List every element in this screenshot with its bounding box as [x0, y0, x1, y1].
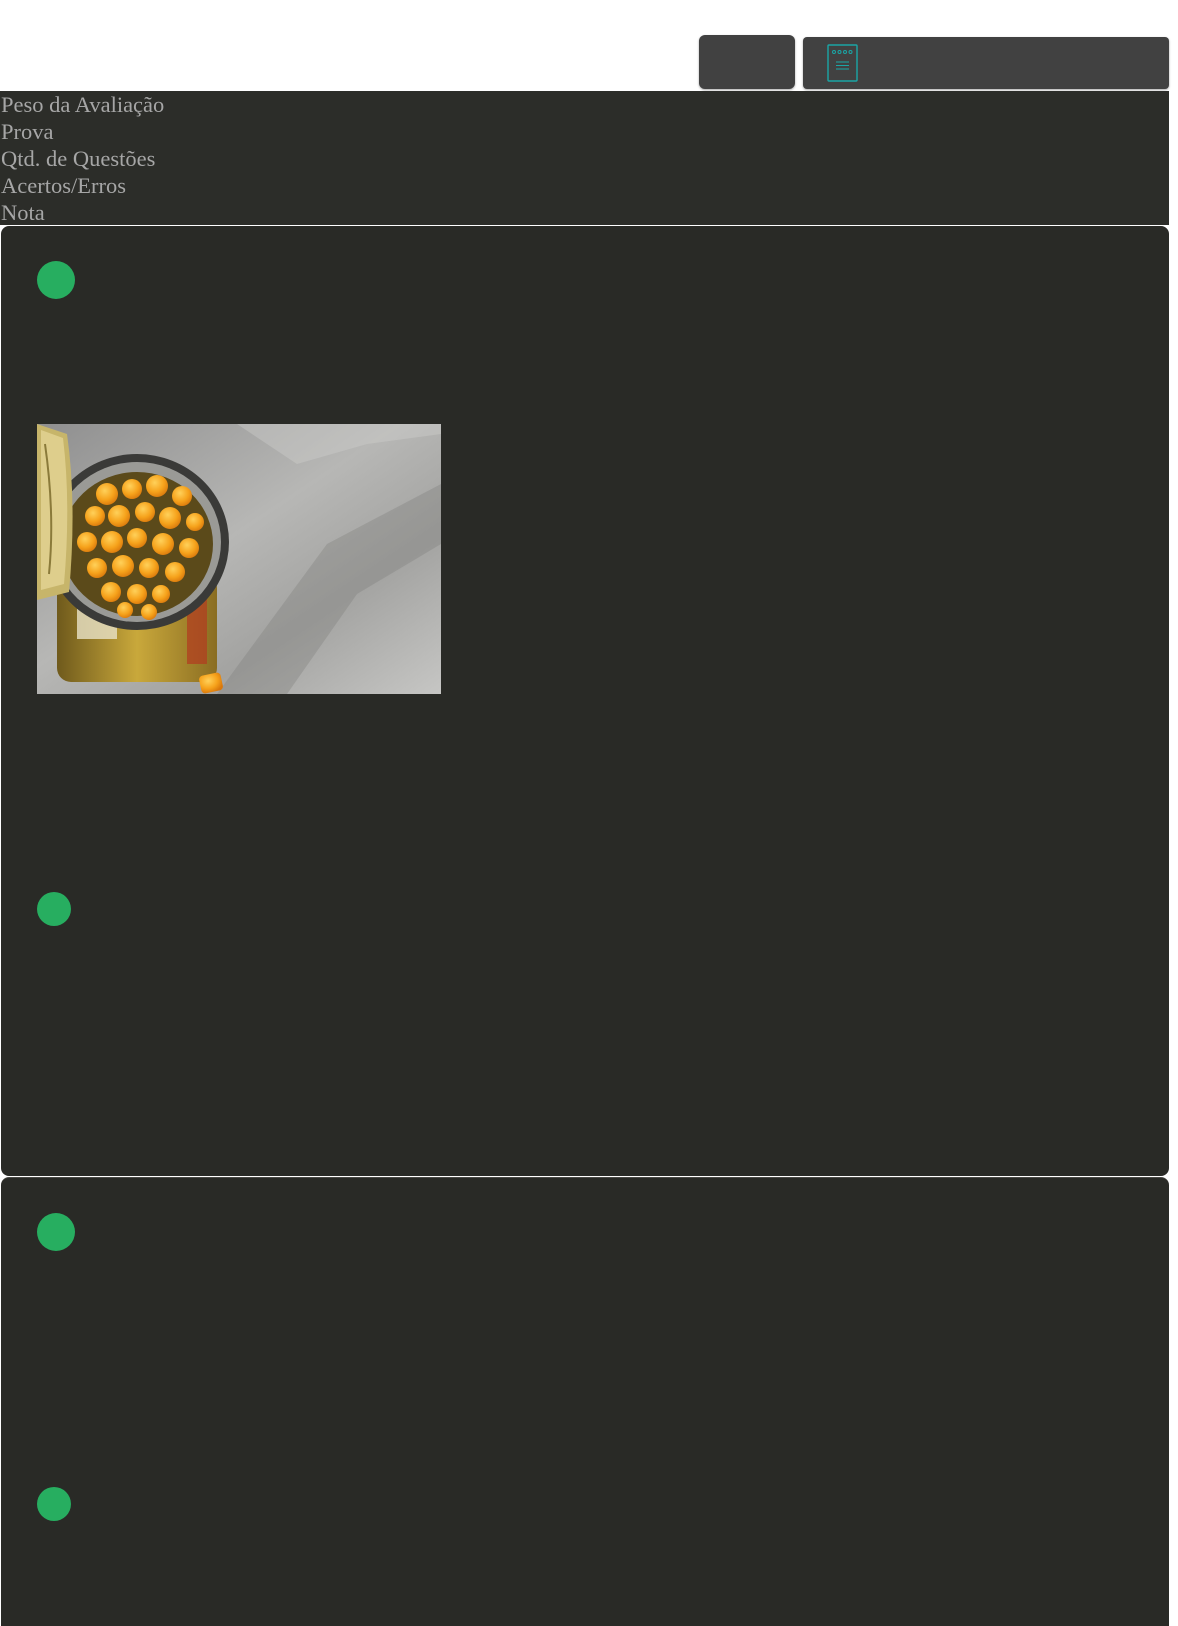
- question-count-label: Qtd. de Questões: [1, 146, 156, 171]
- hits-misses-label: Acertos/Erros: [1, 173, 126, 198]
- document-panel[interactable]: [803, 37, 1169, 89]
- document-icon[interactable]: [827, 44, 858, 82]
- menu-button[interactable]: [699, 35, 795, 89]
- answer-status-dot: [37, 1487, 71, 1521]
- grade-label: Nota: [1, 200, 45, 225]
- answer-status-dot: [37, 892, 71, 926]
- question-status-dot: [37, 1213, 75, 1251]
- weight-label: Peso da Avaliação: [1, 92, 165, 117]
- top-bar: [0, 0, 1178, 90]
- evaluation-info: Peso da Avaliação Prova Qtd. de Questões…: [0, 91, 1169, 225]
- question-status-dot: [37, 261, 75, 299]
- question-card: [1, 1177, 1169, 1626]
- exam-label: Prova: [1, 119, 54, 144]
- canned-corn-image: [37, 424, 441, 694]
- question-card: [1, 226, 1169, 1176]
- page: Peso da Avaliação Prova Qtd. de Questões…: [0, 0, 1178, 1626]
